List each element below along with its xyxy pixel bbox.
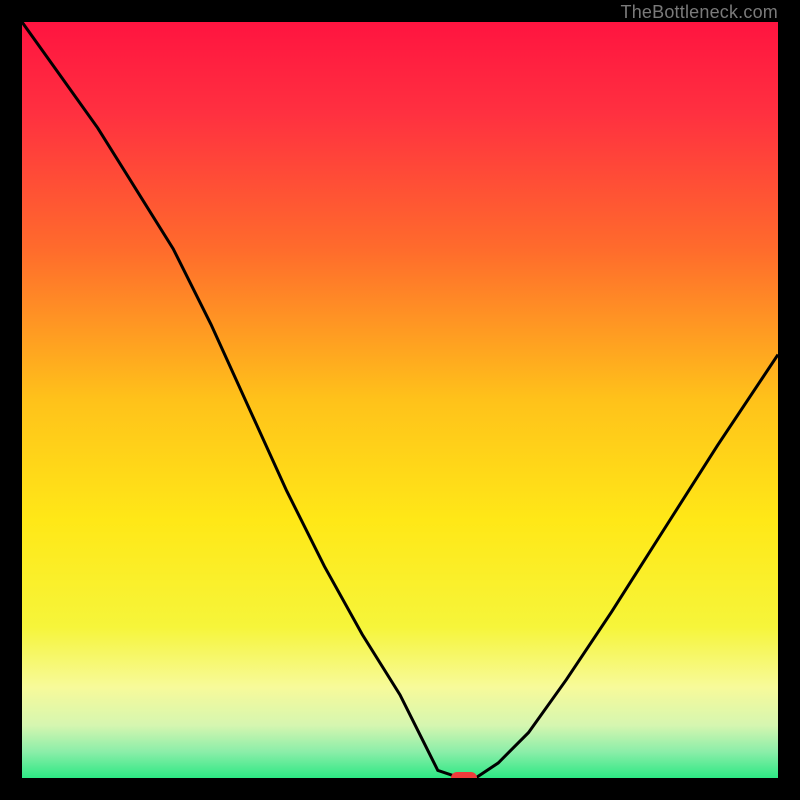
chart-frame: TheBottleneck.com: [0, 0, 800, 800]
plot-area: [22, 22, 778, 778]
watermark-label: TheBottleneck.com: [621, 0, 792, 23]
bottleneck-curve: [22, 22, 778, 778]
min-point-marker: [451, 772, 477, 778]
